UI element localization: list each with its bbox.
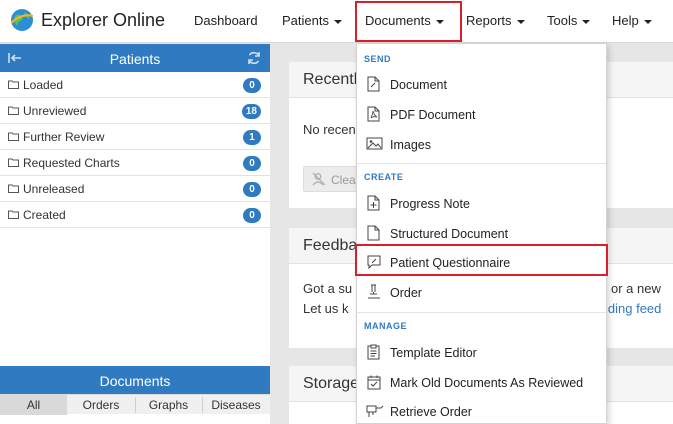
- menu-item-images[interactable]: Images: [357, 130, 606, 158]
- feedback-text-line2: Let us k: [303, 301, 349, 316]
- folder-icon: [8, 80, 19, 89]
- documents-dropdown-menu: SEND Document PDF Document Images CREATE…: [356, 43, 607, 424]
- menu-divider: [357, 163, 606, 164]
- section-manage: MANAGE: [364, 321, 407, 331]
- microscope-icon: [368, 284, 380, 299]
- menu-item-document[interactable]: Document: [357, 70, 606, 98]
- menu-item-label: Document: [390, 78, 447, 92]
- nav-reports-label: Reports: [466, 13, 512, 28]
- recent-empty-text: No recen: [303, 122, 356, 137]
- patient-list-item-further-review[interactable]: Further Review 1: [0, 124, 270, 150]
- menu-item-retrieve-order[interactable]: Retrieve Order: [357, 397, 606, 424]
- patient-list-item-created[interactable]: Created 0: [0, 202, 270, 228]
- patient-list-label: Created: [23, 208, 66, 222]
- documents-menu-highlight: [355, 1, 462, 42]
- clear-button[interactable]: Clea: [303, 166, 363, 192]
- nav-help-label: Help: [612, 13, 639, 28]
- app-title[interactable]: Explorer Online: [41, 10, 165, 31]
- caret-down-icon: [333, 19, 342, 24]
- retrieve-order-icon: [366, 405, 384, 417]
- menu-item-template-editor[interactable]: Template Editor: [357, 338, 606, 366]
- caret-down-icon: [582, 19, 591, 24]
- menu-item-label: Progress Note: [390, 197, 470, 211]
- menu-item-label: PDF Document: [390, 108, 476, 122]
- tab-diseases[interactable]: Diseases: [202, 395, 270, 415]
- clear-button-label: Clea: [331, 173, 356, 187]
- caret-down-icon: [516, 19, 525, 24]
- menu-item-label: Retrieve Order: [390, 405, 472, 419]
- menu-item-pdf-document[interactable]: PDF Document: [357, 100, 606, 128]
- feedback-card-title: Feedba: [303, 237, 358, 254]
- nav-reports[interactable]: Reports: [466, 13, 525, 28]
- folder-icon: [8, 132, 19, 141]
- menu-item-label: Template Editor: [390, 346, 477, 360]
- recent-card-title: Recentl: [303, 71, 358, 88]
- left-sidebar: Patients Loaded 0 Unreviewed 18 Further …: [0, 44, 270, 424]
- menu-item-label: Images: [390, 138, 431, 152]
- patient-list-item-unreviewed[interactable]: Unreviewed 18: [0, 98, 270, 124]
- count-badge: 1: [243, 130, 261, 145]
- pdf-icon: [367, 106, 380, 122]
- documents-tabs: All Orders Graphs Diseases: [0, 394, 270, 415]
- patient-list-label: Further Review: [23, 130, 105, 144]
- patient-list-item-requested-charts[interactable]: Requested Charts 0: [0, 150, 270, 176]
- tab-orders[interactable]: Orders: [67, 395, 135, 415]
- count-badge: 0: [243, 182, 261, 197]
- folder-icon: [8, 106, 19, 115]
- structured-document-icon: [367, 225, 380, 241]
- nav-tools-label: Tools: [547, 13, 578, 28]
- menu-divider: [357, 312, 606, 313]
- count-badge: 0: [243, 156, 261, 171]
- patients-panel-title: Patients: [109, 51, 161, 67]
- patient-questionnaire-highlight: [355, 244, 608, 276]
- refresh-icon[interactable]: [246, 50, 262, 66]
- patient-list-label: Loaded: [23, 78, 64, 92]
- feedback-text-line1: Got a su: [303, 281, 353, 296]
- feedback-link[interactable]: iding feed: [605, 301, 661, 316]
- clear-user-icon: [312, 172, 326, 186]
- patient-list-label: Requested Charts: [23, 156, 120, 170]
- progress-note-icon: [367, 195, 380, 211]
- feedback-text-line1-right: or a new: [611, 281, 661, 296]
- patient-list-label: Unreviewed: [23, 104, 87, 118]
- top-navbar: Explorer Online Dashboard Patients Docum…: [0, 0, 673, 43]
- calendar-check-icon: [367, 375, 381, 390]
- tab-all[interactable]: All: [0, 395, 67, 415]
- menu-item-order[interactable]: Order: [357, 278, 606, 306]
- nav-patients-label: Patients: [282, 13, 329, 28]
- patient-list-item-unreleased[interactable]: Unreleased 0: [0, 176, 270, 202]
- patient-list-item-loaded[interactable]: Loaded 0: [0, 72, 270, 98]
- menu-item-label: Order: [390, 286, 422, 300]
- globe-logo-icon[interactable]: [9, 7, 35, 33]
- menu-item-structured-document[interactable]: Structured Document: [357, 219, 606, 247]
- count-badge: 18: [241, 104, 261, 119]
- images-icon: [366, 137, 383, 150]
- count-badge: 0: [243, 78, 261, 93]
- count-badge: 0: [243, 208, 261, 223]
- nav-patients[interactable]: Patients: [282, 13, 342, 28]
- tab-graphs[interactable]: Graphs: [135, 395, 202, 415]
- nav-tools[interactable]: Tools: [547, 13, 591, 28]
- patient-list-label: Unreleased: [23, 182, 85, 196]
- section-create: CREATE: [364, 172, 404, 182]
- nav-help[interactable]: Help: [612, 13, 652, 28]
- menu-item-label: Mark Old Documents As Reviewed: [390, 376, 584, 390]
- storage-card-title: Storage: [303, 375, 360, 392]
- section-send: SEND: [364, 54, 392, 64]
- patients-panel-header: Patients: [0, 44, 270, 72]
- menu-item-progress-note[interactable]: Progress Note: [357, 189, 606, 217]
- document-icon: [367, 76, 380, 92]
- caret-down-icon: [643, 19, 652, 24]
- menu-item-mark-old-documents[interactable]: Mark Old Documents As Reviewed: [357, 368, 606, 396]
- folder-icon: [8, 158, 19, 167]
- folder-icon: [8, 184, 19, 193]
- documents-panel-title: Documents: [0, 366, 270, 394]
- folder-icon: [8, 210, 19, 219]
- nav-dashboard[interactable]: Dashboard: [194, 13, 258, 28]
- template-icon: [367, 344, 380, 360]
- menu-item-label: Structured Document: [390, 227, 509, 241]
